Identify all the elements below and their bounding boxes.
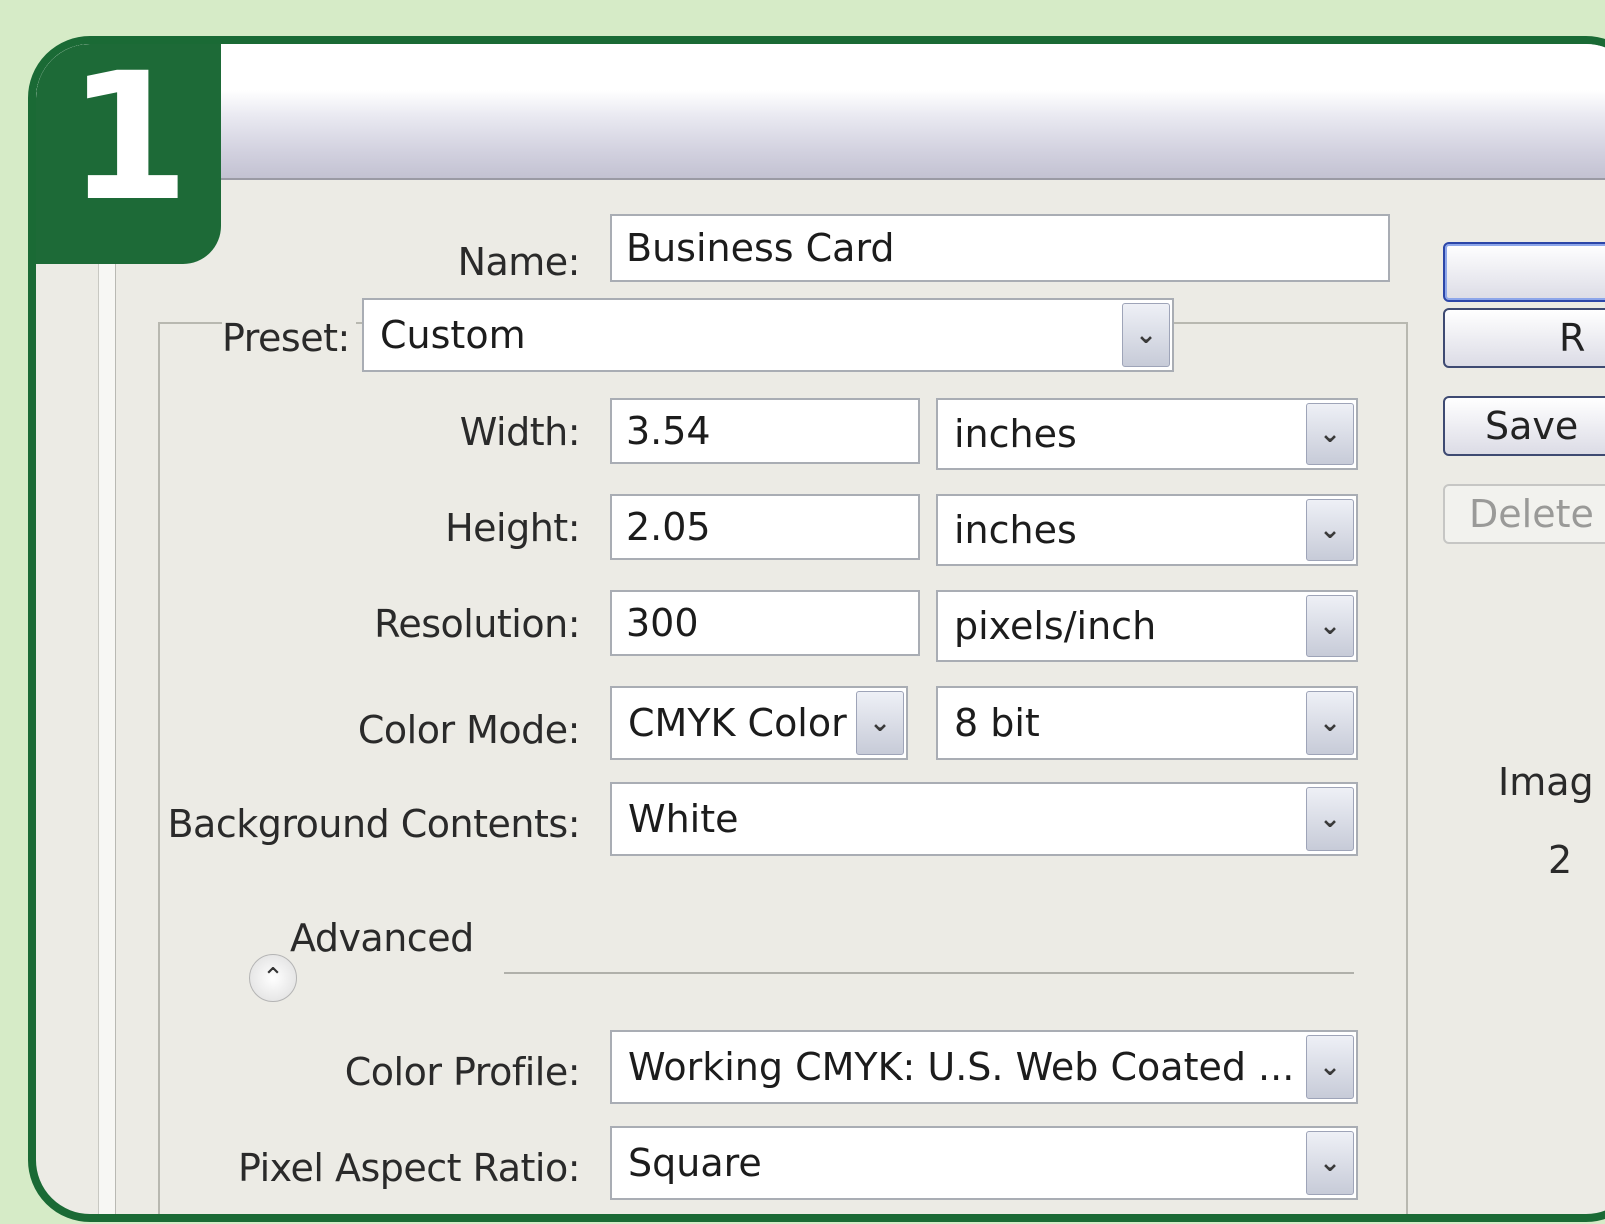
delete-preset-button[interactable]: Delete: [1443, 484, 1605, 544]
preset-label: Preset:: [222, 316, 356, 360]
ok-button[interactable]: [1443, 242, 1605, 302]
window-top-band: [36, 44, 1605, 90]
chevron-down-icon[interactable]: ⌄: [1306, 691, 1354, 755]
pixel-aspect-ratio-select[interactable]: Square ⌄: [610, 1126, 1358, 1200]
width-unit-value: inches: [954, 412, 1077, 456]
pixel-aspect-ratio-label: Pixel Aspect Ratio:: [238, 1146, 581, 1190]
bit-depth-value: 8 bit: [954, 701, 1040, 745]
window-title-bar[interactable]: [36, 90, 1605, 180]
color-profile-select[interactable]: Working CMYK: U.S. Web Coated ... ⌄: [610, 1030, 1358, 1104]
chevron-down-icon[interactable]: ⌄: [1306, 403, 1354, 465]
chevron-down-icon[interactable]: ⌄: [1306, 1035, 1354, 1099]
save-preset-button-label: Save: [1485, 404, 1579, 448]
background-contents-value: White: [628, 797, 739, 841]
advanced-label[interactable]: Advanced: [290, 916, 474, 960]
resolution-unit-select[interactable]: pixels/inch ⌄: [936, 590, 1358, 662]
image-size-value: 2: [1548, 838, 1573, 882]
width-unit-select[interactable]: inches ⌄: [936, 398, 1358, 470]
advanced-divider: [504, 972, 1354, 974]
height-input-value: 2.05: [626, 505, 711, 549]
image-size-label: Imag: [1498, 760, 1594, 804]
reset-button-label: R: [1559, 316, 1586, 360]
resolution-unit-value: pixels/inch: [954, 604, 1157, 648]
resolution-label: Resolution:: [374, 602, 580, 646]
color-mode-value: CMYK Color: [628, 701, 847, 745]
name-input[interactable]: Business Card: [610, 214, 1390, 282]
chevron-down-icon[interactable]: ⌄: [1306, 595, 1354, 657]
width-label: Width:: [459, 410, 581, 454]
chevron-down-icon[interactable]: ⌄: [856, 691, 904, 755]
name-input-value: Business Card: [626, 226, 895, 270]
save-preset-button[interactable]: Save: [1443, 396, 1605, 456]
step-number: 1: [67, 36, 190, 240]
delete-preset-button-label: Delete: [1469, 492, 1594, 536]
background-contents-select[interactable]: White ⌄: [610, 782, 1358, 856]
reset-button[interactable]: R: [1443, 308, 1605, 368]
chevron-down-icon[interactable]: ⌄: [1306, 499, 1354, 561]
double-chevron-up-icon[interactable]: ⌃: [249, 954, 297, 1002]
preset-select-value: Custom: [380, 313, 526, 357]
chevron-down-icon[interactable]: ⌄: [1306, 787, 1354, 851]
background-contents-label: Background Contents:: [167, 802, 580, 846]
color-profile-label: Color Profile:: [344, 1050, 581, 1094]
resolution-input[interactable]: 300: [610, 590, 920, 656]
height-unit-value: inches: [954, 508, 1077, 552]
height-label: Height:: [445, 506, 580, 550]
step-number-badge: 1: [36, 44, 221, 264]
height-unit-select[interactable]: inches ⌄: [936, 494, 1358, 566]
dialog-frame: 1 Name: Business Card Preset: Custom ⌄ W…: [28, 36, 1605, 1222]
color-profile-value: Working CMYK: U.S. Web Coated ...: [628, 1045, 1295, 1089]
width-input[interactable]: 3.54: [610, 398, 920, 464]
color-mode-select[interactable]: CMYK Color ⌄: [610, 686, 908, 760]
pixel-aspect-ratio-value: Square: [628, 1141, 762, 1185]
dialog-left-edge: [98, 180, 116, 1214]
preset-select[interactable]: Custom ⌄: [362, 298, 1174, 372]
chevron-down-icon[interactable]: ⌄: [1122, 303, 1170, 367]
bit-depth-select[interactable]: 8 bit ⌄: [936, 686, 1358, 760]
name-label: Name:: [457, 240, 581, 284]
chevron-down-icon[interactable]: ⌄: [1306, 1131, 1354, 1195]
color-mode-label: Color Mode:: [357, 708, 581, 752]
width-input-value: 3.54: [626, 409, 711, 453]
resolution-input-value: 300: [626, 601, 699, 645]
height-input[interactable]: 2.05: [610, 494, 920, 560]
